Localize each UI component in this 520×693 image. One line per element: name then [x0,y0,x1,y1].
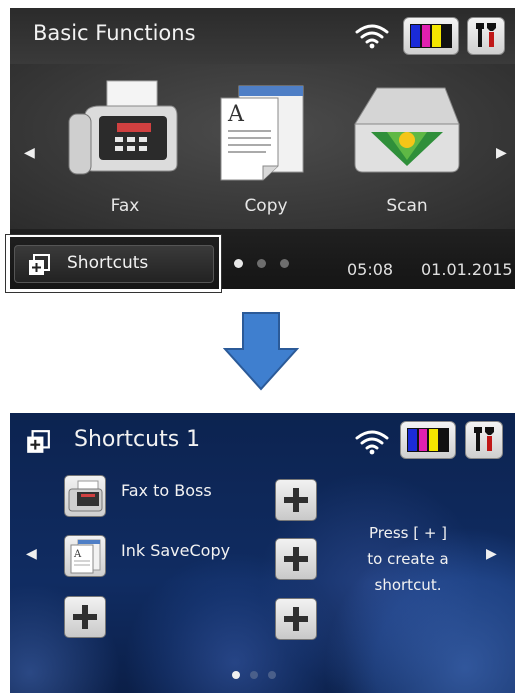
scan-label: Scan [386,196,428,216]
plus-icon [284,488,308,512]
page-dot-3 [280,259,289,268]
add-shortcut-button[interactable] [275,598,317,640]
plus-icon [284,547,308,571]
add-shortcut-button[interactable] [275,538,317,580]
page-dot-2 [257,259,266,268]
svg-text:A: A [227,102,245,127]
ink-level-icon [410,24,452,48]
scroll-left-arrow[interactable]: ◀ [26,546,37,562]
tools-icon [474,427,494,451]
help-line-2: to create a [367,550,449,568]
wifi-icon[interactable] [355,429,389,455]
shortcut-fax-to-boss[interactable]: Fax to Boss [64,475,244,519]
fax-label: Fax [110,196,140,216]
ink-magenta-bar [418,429,427,451]
shortcut-label: Fax to Boss [121,481,212,500]
screen-title: Basic Functions [33,21,196,45]
scroll-left-arrow[interactable]: ◀ [24,145,35,161]
copy-label: Copy [244,196,288,216]
ink-magenta-bar [421,25,430,47]
svg-text:A: A [73,549,82,560]
shortcut-thumbnail [64,475,106,517]
page-dot-2 [250,671,258,679]
settings-button[interactable] [467,17,505,55]
ink-black-bar [442,25,451,47]
tools-icon [476,23,496,47]
arrow-down-icon [223,312,299,391]
help-line-1: Press [ + ] [368,524,448,542]
ink-level-icon [407,428,449,452]
create-shortcut-help: Press [ + ] to create a shortcut. [348,520,468,598]
ink-button[interactable] [400,421,456,459]
shortcuts-highlight-frame [5,234,222,293]
page-indicator [232,671,276,679]
page-dot-1 [232,671,240,679]
shortcut-icon [27,430,50,453]
ink-black-bar [439,429,448,451]
copy-icon: A [70,539,101,574]
copy-button[interactable]: A Copy [206,76,326,216]
copy-icon: A [220,85,304,181]
fax-button[interactable]: Fax [65,76,185,216]
add-shortcut-button[interactable] [64,596,106,638]
help-line-3: shortcut. [374,576,442,594]
scroll-right-arrow[interactable]: ▶ [496,145,507,161]
ink-yellow-bar [432,25,441,47]
scan-icon [354,87,460,173]
ink-yellow-bar [429,429,438,451]
fax-icon [68,480,103,512]
plus-icon [73,605,97,629]
scroll-right-arrow[interactable]: ▶ [486,546,497,562]
wifi-icon[interactable] [355,23,389,49]
screen-title: Shortcuts 1 [74,427,201,452]
scan-button[interactable]: Scan [347,76,467,216]
shortcut-ink-savecopy[interactable]: A Ink SaveCopy [64,535,244,579]
shortcuts-screen: Shortcuts 1 ◀ ▶ Fax to Boss A Ink SaveCo… [10,413,515,693]
clock-time: 05:08 [347,260,394,279]
function-area: ◀ ▶ Fax A Copy Scan [10,64,515,229]
ink-cyan-bar [411,25,420,47]
ink-button[interactable] [403,17,459,55]
settings-button[interactable] [465,421,503,459]
shortcut-label: Ink SaveCopy [121,541,231,560]
plus-icon [284,607,308,631]
page-indicator [234,259,289,268]
ink-cyan-bar [408,429,417,451]
fax-icon [68,80,178,175]
page-dot-3 [268,671,276,679]
page-dot-1 [234,259,243,268]
add-shortcut-button[interactable] [275,479,317,521]
clock-date: 01.01.2015 [421,260,513,279]
header-bar: Basic Functions [10,8,515,64]
shortcut-thumbnail: A [64,535,106,577]
